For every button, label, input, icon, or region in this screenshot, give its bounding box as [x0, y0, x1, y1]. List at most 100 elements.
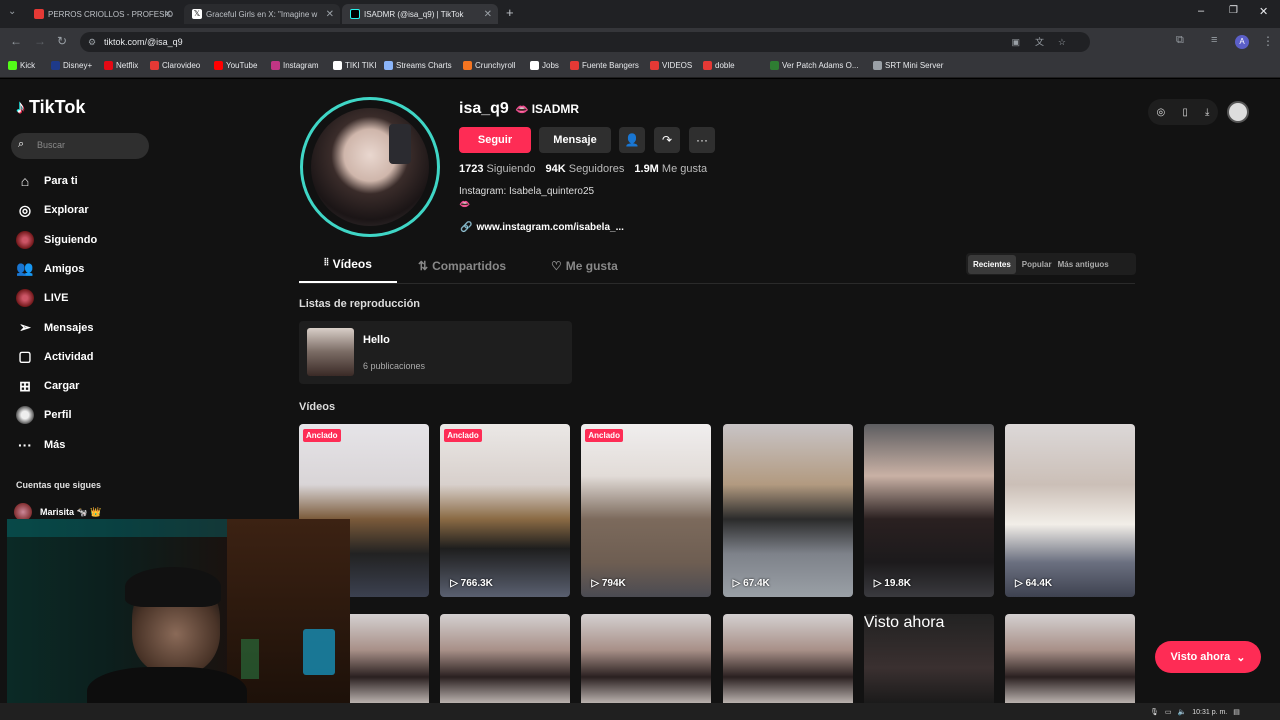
bookmark-favicon-icon: [51, 61, 60, 70]
sort-oldest[interactable]: Más antiguos: [1058, 260, 1109, 269]
close-tab-icon[interactable]: ✕: [484, 9, 492, 20]
back-icon[interactable]: ←: [10, 34, 22, 48]
clock[interactable]: 10:31 p. m.: [1192, 709, 1227, 716]
video-card[interactable]: [1005, 614, 1135, 704]
view-count-value: 794K: [601, 578, 626, 589]
sidebar-item-más[interactable]: ··· Más: [16, 436, 65, 454]
bookmark-label: VIDEOS: [662, 61, 693, 70]
following-stat[interactable]: 1723 Siguiendo: [459, 163, 535, 175]
more-options-button[interactable]: ···: [689, 127, 715, 153]
bookmark-14[interactable]: SRT Mini Server: [873, 61, 943, 70]
video-card[interactable]: Anclado ▷ 794K: [581, 424, 712, 597]
bookmark-13[interactable]: Ver Patch Adams O...: [770, 61, 858, 70]
sidebar-item-siguiendo[interactable]: Siguiendo: [16, 230, 97, 249]
media-icon[interactable]: ≡: [1211, 34, 1217, 46]
download-icon[interactable]: ⤓: [1205, 107, 1209, 118]
sidebar-item-label: Mensajes: [44, 321, 94, 334]
tiktok-logo[interactable]: ♪ TikTok: [16, 97, 85, 118]
bookmark-1[interactable]: Disney+: [51, 61, 92, 70]
video-card[interactable]: [440, 614, 571, 704]
profile-avatar[interactable]: [300, 97, 440, 237]
share-button[interactable]: ↷: [654, 127, 680, 153]
coin-icon[interactable]: ◎: [1157, 107, 1166, 118]
watch-now-button[interactable]: Visto ahora ⌄: [1155, 641, 1261, 673]
video-card[interactable]: ▷ 67.4K: [722, 424, 853, 597]
profile-avatar-icon[interactable]: A: [1235, 35, 1249, 49]
bookmark-4[interactable]: YouTube: [214, 61, 257, 70]
video-card[interactable]: ▷ 64.4K: [1005, 424, 1135, 597]
minimize-icon[interactable]: –: [1198, 5, 1204, 17]
sidebar-item-actividad[interactable]: ▢ Actividad: [16, 348, 93, 366]
bookmark-12[interactable]: doble: [703, 61, 735, 70]
address-bar[interactable]: ⚙ tiktok.com/@isa_q9 ▣ 文 ☆: [80, 32, 1090, 52]
playlist-card[interactable]: Hello 6 publicaciones: [299, 321, 572, 384]
sidebar-item-cargar[interactable]: ⊞ Cargar: [16, 377, 79, 395]
bookmark-label: TIKI TIKI: [345, 61, 377, 70]
search-input[interactable]: ⌕ Buscar: [11, 133, 149, 159]
bookmark-favicon-icon: [530, 61, 539, 70]
menu-icon[interactable]: ⋮: [1262, 34, 1274, 48]
likes-label: Me gusta: [661, 163, 708, 175]
bookmark-star-icon[interactable]: ☆: [1058, 32, 1066, 52]
install-icon[interactable]: ▣: [1011, 32, 1020, 52]
close-tab-icon[interactable]: ✕: [164, 9, 172, 20]
video-card[interactable]: [581, 614, 712, 704]
restore-icon[interactable]: ❐: [1229, 5, 1238, 16]
video-card[interactable]: ▷ 19.8K: [863, 424, 994, 597]
new-tab-icon[interactable]: +: [506, 5, 514, 20]
message-button[interactable]: Mensaje: [539, 127, 611, 153]
bookmark-7[interactable]: Streams Charts: [384, 61, 452, 70]
video-card[interactable]: [722, 614, 853, 704]
tab-likes[interactable]: ♡ Me gusta: [551, 259, 618, 273]
bookmark-label: Crunchyroll: [475, 61, 516, 70]
bookmark-6[interactable]: TIKI TIKI: [333, 61, 376, 70]
bookmark-11[interactable]: VIDEOS: [650, 61, 692, 70]
sidebar-item-label: Para ti: [44, 175, 78, 187]
add-friend-button[interactable]: 👤: [619, 127, 645, 153]
sort-recent[interactable]: Recientes: [968, 254, 1016, 274]
close-tab-icon[interactable]: ✕: [326, 9, 334, 20]
tab-videos[interactable]: ⦙⦙ Vídeos: [299, 257, 397, 283]
bookmark-10[interactable]: Fuente Bangers: [570, 61, 639, 70]
profile-link[interactable]: 🔗 www.instagram.com/isabela_...: [460, 222, 624, 233]
tab-likes-label: Me gusta: [565, 259, 618, 273]
follow-button[interactable]: Seguir: [459, 127, 531, 153]
sidebar-item-amigos[interactable]: 👥 Amigos: [16, 260, 84, 278]
browser-tab-2[interactable]: 𝕏 Graceful Girls en X: "Imagine w ✕: [184, 4, 340, 24]
mic-icon[interactable]: 🎙: [1150, 708, 1159, 716]
video-card[interactable]: Anclado ▷ 766.3K: [440, 424, 571, 597]
device-icon[interactable]: ▯: [1182, 107, 1188, 118]
volume-icon[interactable]: 🔈: [1178, 708, 1187, 716]
view-count: ▷ 67.4K: [733, 578, 770, 589]
followers-stat[interactable]: 94K Seguidores: [545, 163, 624, 175]
notifications-icon[interactable]: ▤: [1233, 708, 1240, 716]
browser-tab-3[interactable]: ISADMR (@isa_q9) | TikTok ✕: [342, 4, 498, 24]
network-icon[interactable]: ▭: [1165, 708, 1172, 716]
forward-icon[interactable]: →: [34, 34, 46, 48]
reload-icon[interactable]: ↻: [57, 34, 67, 48]
sort-popular[interactable]: Popular: [1016, 260, 1058, 269]
translate-icon[interactable]: 文: [1035, 32, 1044, 52]
sidebar-item-explorar[interactable]: ◎ Explorar: [16, 201, 89, 219]
bookmark-2[interactable]: Netflix: [104, 61, 138, 70]
extensions-icon[interactable]: ⧉: [1176, 34, 1184, 47]
bookmark-3[interactable]: Clarovideo: [150, 61, 200, 70]
close-window-icon[interactable]: ✕: [1259, 5, 1268, 18]
profile-link-text: www.instagram.com/isabela_...: [476, 222, 624, 233]
bookmark-0[interactable]: Kick: [8, 61, 35, 70]
sidebar-item-mensajes[interactable]: ➢ Mensajes: [16, 319, 94, 337]
site-info-icon[interactable]: ⚙: [88, 32, 96, 52]
more-icon: ···: [696, 133, 708, 147]
home-icon: ⌂: [20, 173, 30, 189]
tab-search-icon[interactable]: ⌄: [8, 6, 16, 17]
bookmark-5[interactable]: Instagram: [271, 61, 319, 70]
video-card[interactable]: Visto ahora: [863, 614, 994, 704]
sidebar-item-live[interactable]: LIVE: [16, 289, 68, 308]
sidebar-item-perfil[interactable]: Perfil: [16, 406, 72, 425]
browser-tab-1[interactable]: PERROS CRIOLLOS - PROFESIO ✕: [26, 4, 178, 24]
bookmark-9[interactable]: Jobs: [530, 61, 559, 70]
sidebar-item-para-ti[interactable]: ⌂ Para ti: [16, 172, 78, 190]
bookmark-8[interactable]: Crunchyroll: [463, 61, 515, 70]
user-avatar[interactable]: [1227, 101, 1249, 123]
tab-shared[interactable]: ⇅ Compartidos: [418, 259, 506, 273]
